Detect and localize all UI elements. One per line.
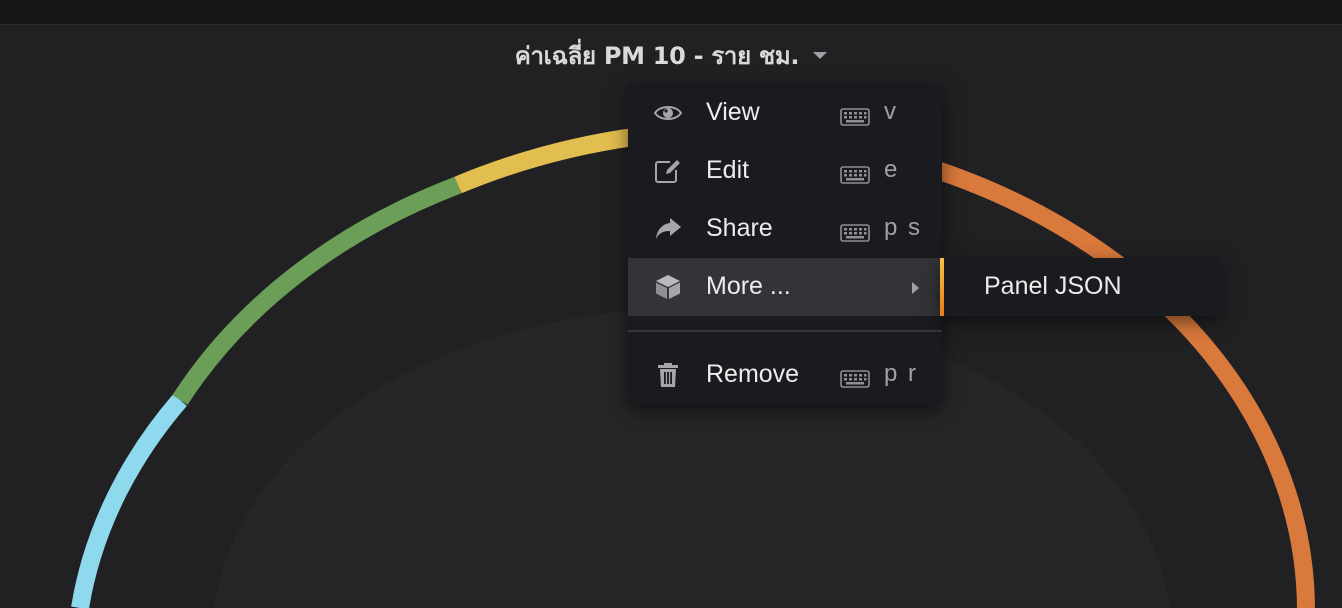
dashboard-panel: ค่าเฉลี่ย PM 10 - ราย ชม. View v Edit e … <box>0 0 1342 608</box>
keyboard-icon <box>840 220 870 242</box>
panel-context-menu: View v Edit e Share p s More ... Remove … <box>628 84 942 404</box>
menu-item-more[interactable]: More ... <box>628 258 942 316</box>
trash-icon <box>654 362 682 388</box>
gauge-segment-blue <box>71 394 187 608</box>
menu-item-label: Remove <box>706 360 800 388</box>
menu-item-remove[interactable]: Remove p r <box>628 346 942 404</box>
submenu-item-label: Panel JSON <box>984 272 1122 300</box>
submenu-item-panel-json[interactable]: Panel JSON <box>940 258 1220 316</box>
keyboard-icon <box>840 366 870 388</box>
submenu-accent-bar <box>940 258 944 316</box>
menu-item-shortcut: p s <box>884 214 923 241</box>
menu-item-label: View <box>706 98 760 126</box>
caret-down-icon[interactable] <box>813 51 828 59</box>
menu-item-label: More ... <box>706 272 791 300</box>
menu-item-edit[interactable]: Edit e <box>628 142 942 200</box>
edit-icon <box>654 158 682 184</box>
menu-item-view[interactable]: View v <box>628 84 942 142</box>
share-icon <box>654 216 682 242</box>
menu-item-shortcut: e <box>884 156 900 183</box>
menu-divider <box>628 330 942 332</box>
panel-title-text: ค่าเฉลี่ย PM 10 - ราย ชม. <box>514 42 800 70</box>
chevron-right-icon <box>912 282 919 294</box>
menu-item-share[interactable]: Share p s <box>628 200 942 258</box>
eye-icon <box>653 100 683 126</box>
menu-item-label: Edit <box>706 156 750 184</box>
keyboard-icon <box>840 162 870 184</box>
gauge-segment-green <box>172 176 462 405</box>
menu-item-shortcut: p r <box>884 360 919 387</box>
keyboard-icon <box>840 104 870 126</box>
menu-item-shortcut: v <box>884 98 898 125</box>
menu-item-label: Share <box>706 214 773 242</box>
panel-title[interactable]: ค่าเฉลี่ย PM 10 - ราย ชม. <box>0 36 1342 75</box>
cube-icon <box>654 274 682 300</box>
